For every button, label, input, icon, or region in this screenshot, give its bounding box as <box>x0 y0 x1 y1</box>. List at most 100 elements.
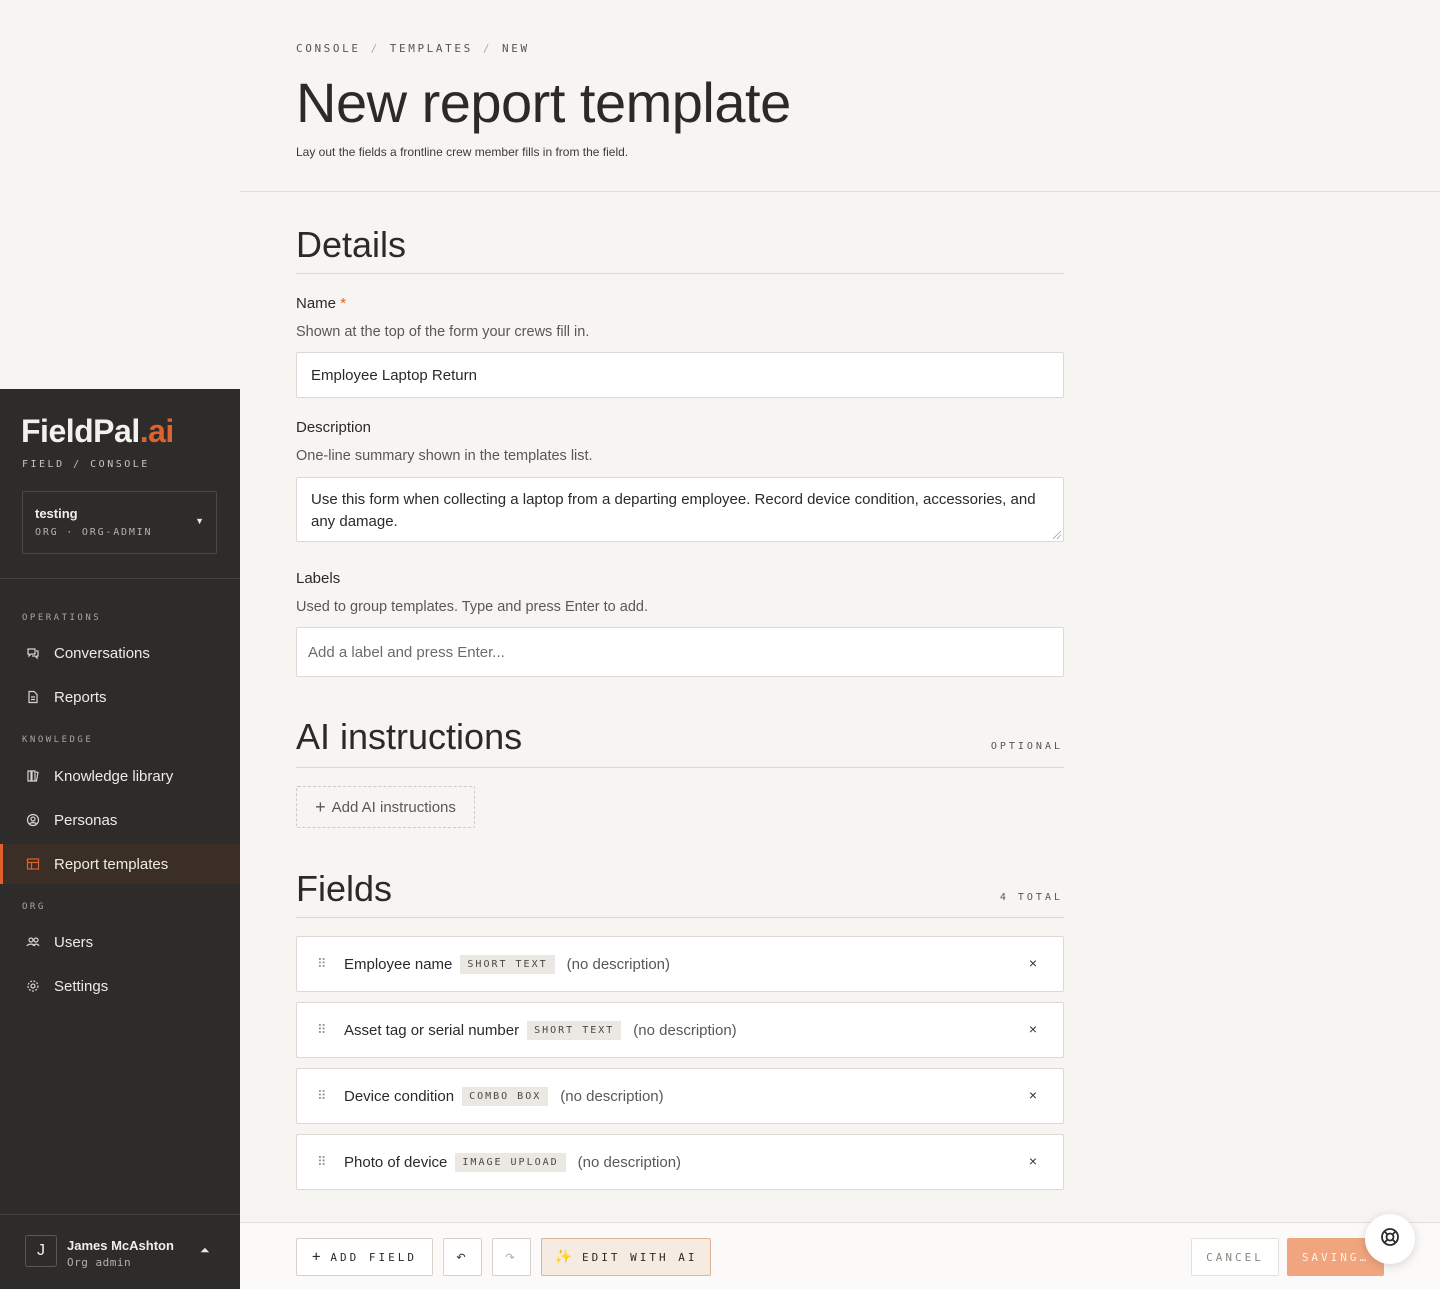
edit-with-ai-button[interactable]: ✨ EDIT WITH AI <box>541 1238 711 1276</box>
sidebar-item-settings[interactable]: Settings <box>0 966 240 1006</box>
sidebar-item-label: Report templates <box>54 855 169 873</box>
plus-icon: + <box>311 1249 321 1265</box>
user-name: James McAshton <box>67 1238 174 1253</box>
field-type-badge: SHORT TEXT <box>527 1020 622 1040</box>
persona-icon <box>26 813 40 827</box>
field-name: Employee name <box>344 955 453 973</box>
remove-field-icon[interactable]: × <box>1029 1021 1037 1037</box>
sidebar-item-label: Settings <box>54 977 109 995</box>
chevron-up-icon[interactable]: ⏶ <box>200 1243 210 1258</box>
breadcrumb: CONSOLE / TEMPLATES / NEW <box>296 42 530 55</box>
template-icon <box>26 857 40 871</box>
labels-input[interactable]: Add a label and press Enter... <box>296 627 1064 677</box>
undo-icon: ↶ <box>456 1251 469 1264</box>
fields-rule <box>296 917 1064 918</box>
field-row[interactable]: ⠿ Device condition COMBO BOX (no descrip… <box>296 1068 1064 1124</box>
sidebar-divider <box>0 578 240 579</box>
cancel-button[interactable]: CANCEL <box>1191 1238 1279 1276</box>
name-input[interactable]: Employee Laptop Return <box>296 352 1064 398</box>
remove-field-icon[interactable]: × <box>1029 1087 1037 1103</box>
field-row[interactable]: ⠿ Employee name SHORT TEXT (no descripti… <box>296 936 1064 992</box>
remove-field-icon[interactable]: × <box>1029 955 1037 971</box>
drag-handle-icon[interactable]: ⠿ <box>317 957 329 971</box>
field-name: Asset tag or serial number <box>344 1021 520 1039</box>
gear-icon <box>26 979 40 993</box>
description-label: Description <box>296 419 372 436</box>
labels-label: Labels <box>296 570 341 587</box>
nav-section-knowledge: KNOWLEDGE <box>22 735 94 745</box>
drag-handle-icon[interactable]: ⠿ <box>317 1023 329 1037</box>
sidebar-item-reports[interactable]: Reports <box>0 677 240 717</box>
ai-instructions-rule <box>296 767 1064 768</box>
field-description: (no description) <box>566 955 671 973</box>
field-type-badge: COMBO BOX <box>462 1086 549 1106</box>
avatar: J <box>25 1235 57 1267</box>
drag-handle-icon[interactable]: ⠿ <box>317 1089 329 1103</box>
org-role: ORG · ORG-ADMIN <box>35 527 153 538</box>
fields-heading: Fields <box>296 868 393 909</box>
field-name: Photo of device <box>344 1153 448 1171</box>
field-description: (no description) <box>633 1021 737 1039</box>
document-icon <box>26 690 40 704</box>
brand-logo[interactable]: FieldPal.ai <box>21 413 174 450</box>
page-title: New report template <box>296 71 791 134</box>
undo-button[interactable]: ↶ <box>443 1238 482 1276</box>
sparkle-icon: ✨ <box>554 1249 572 1265</box>
field-row[interactable]: ⠿ Asset tag or serial number SHORT TEXT … <box>296 1002 1064 1058</box>
ai-instructions-heading: AI instructions <box>296 716 523 757</box>
user-profile[interactable]: J James McAshton Org admin ⏶ <box>0 1214 240 1289</box>
field-type-badge: IMAGE UPLOAD <box>455 1152 566 1172</box>
details-rule <box>296 273 1064 274</box>
field-name: Device condition <box>344 1087 455 1105</box>
add-field-button[interactable]: + ADD FIELD <box>296 1238 433 1276</box>
ai-instructions-optional: OPTIONAL <box>990 741 1063 752</box>
nav-section-org: ORG <box>22 902 46 912</box>
bottom-toolbar: + ADD FIELD ↶ ↷ ✨ EDIT WITH AI CANCEL SAVI… <box>240 1222 1440 1289</box>
field-row[interactable]: ⠿ Photo of device IMAGE UPLOAD (no descr… <box>296 1134 1064 1190</box>
page-subtitle: Lay out the fields a frontline crew memb… <box>296 145 629 159</box>
drag-handle-icon[interactable]: ⠿ <box>317 1155 329 1169</box>
org-switcher[interactable]: testing ORG · ORG-ADMIN ▼ <box>22 491 217 554</box>
required-mark: * <box>340 295 347 312</box>
sidebar: FieldPal.ai FIELD / CONSOLE testing ORG … <box>0 389 240 1289</box>
sidebar-item-label: Personas <box>54 811 118 829</box>
field-type-badge: SHORT TEXT <box>460 954 555 974</box>
caret-down-icon: ▼ <box>195 516 204 526</box>
sidebar-item-label: Knowledge library <box>54 767 174 785</box>
field-description: (no description) <box>560 1087 664 1105</box>
field-description: (no description) <box>577 1153 682 1171</box>
fields-count: 4 TOTAL <box>999 892 1063 903</box>
library-icon <box>26 769 40 783</box>
user-role: Org admin <box>67 1256 132 1269</box>
lifebuoy-icon <box>1379 1226 1401 1253</box>
name-label: Name * <box>296 295 347 312</box>
breadcrumb-new: NEW <box>502 42 530 55</box>
redo-icon: ↷ <box>505 1251 518 1264</box>
org-name: testing <box>35 506 78 521</box>
sidebar-item-label: Reports <box>54 688 107 706</box>
description-help: One-line summary shown in the templates … <box>296 448 593 464</box>
users-icon <box>26 935 40 949</box>
sidebar-item-conversations[interactable]: Conversations <box>0 633 240 673</box>
remove-field-icon[interactable]: × <box>1029 1153 1037 1169</box>
name-help: Shown at the top of the form your crews … <box>296 324 590 340</box>
resize-handle[interactable] <box>1053 531 1061 539</box>
sidebar-item-report-templates[interactable]: Report templates <box>0 844 240 884</box>
brand-subtitle: FIELD / CONSOLE <box>22 459 150 470</box>
help-button[interactable] <box>1365 1214 1415 1264</box>
plus-icon: + <box>315 796 326 817</box>
sidebar-item-users[interactable]: Users <box>0 922 240 962</box>
sidebar-item-label: Users <box>54 933 94 951</box>
nav-section-operations: OPERATIONS <box>22 613 102 623</box>
redo-button[interactable]: ↷ <box>492 1238 531 1276</box>
labels-help: Used to group templates. Type and press … <box>296 599 648 615</box>
header-divider <box>240 191 1440 192</box>
sidebar-item-knowledge-library[interactable]: Knowledge library <box>0 756 240 796</box>
add-ai-instructions-button[interactable]: + Add AI instructions <box>296 786 475 828</box>
sidebar-item-label: Conversations <box>54 644 150 662</box>
description-textarea[interactable]: Use this form when collecting a laptop f… <box>296 477 1064 542</box>
details-heading: Details <box>296 224 407 265</box>
breadcrumb-console[interactable]: CONSOLE <box>296 42 361 55</box>
sidebar-item-personas[interactable]: Personas <box>0 800 240 840</box>
breadcrumb-templates[interactable]: TEMPLATES <box>390 42 473 55</box>
